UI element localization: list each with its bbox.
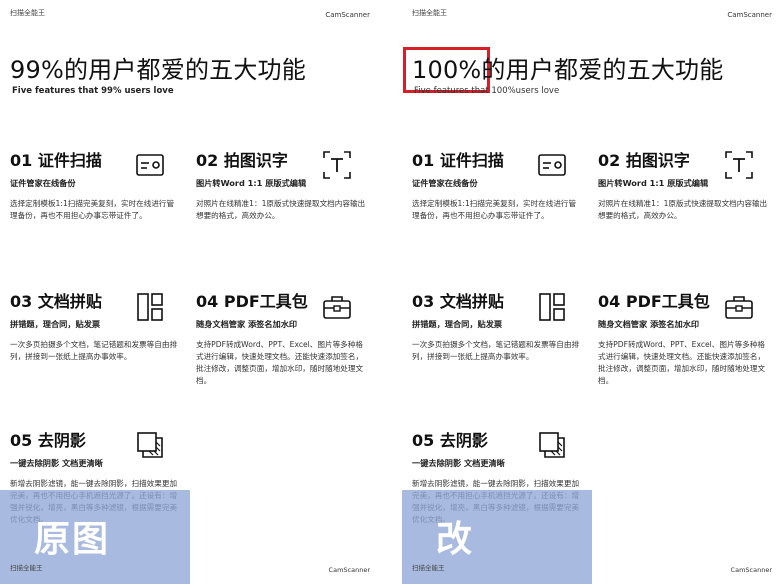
headline-percent: 99% [10, 56, 64, 84]
collage-icon [135, 292, 165, 322]
text-recognition-icon [724, 150, 754, 180]
original-page: 扫描全能王 CamScanner 99%的用户都爱的五大功能 Five feat… [0, 0, 380, 584]
text-recognition-icon [322, 150, 352, 180]
footer-brand-name: CamScanner [730, 566, 772, 574]
feature-description: 一次多页拍摄多个文档，笔记错题和发票等自由排列，拼接到一张纸上提高办事效率。 [412, 340, 580, 361]
collage-icon [537, 292, 567, 322]
headline-percent-highlighted: 100% [402, 47, 491, 93]
shadow-removal-icon [537, 430, 567, 460]
footer-app-name: 扫描全能王 [10, 564, 43, 572]
feature-description: 对照片在线精准1：1原版式快速提取文档内容输出想要的格式，高效办公。 [598, 199, 768, 220]
headline-text: 的用户都爱的五大功能 [63, 56, 306, 84]
top-bar: 扫描全能王 CamScanner [412, 8, 772, 20]
feature-description: 支持PDF转成Word、PPT、Excel、图片等多种格式进行编辑，快速处理文档… [196, 340, 364, 385]
headline-text: 的用户都爱的五大功能 [481, 56, 724, 84]
footer: 扫描全能王 CamScanner [412, 562, 772, 574]
id-card-icon [537, 150, 567, 180]
feature-description: 选择定制模板1:1扫描完美复刻，实时在线进行管理备份，再也不用担心办事忘带证件了… [412, 199, 577, 220]
overlay-label: 原图 [34, 519, 111, 560]
top-bar: 扫描全能王 CamScanner [10, 8, 370, 20]
toolbox-icon [322, 292, 352, 322]
overlay-label: 改 [436, 519, 475, 560]
revised-page: 扫描全能王 CamScanner 100%的用户都爱的五大功能 Five fea… [402, 0, 782, 584]
id-card-icon [135, 150, 165, 180]
app-name: 扫描全能王 [10, 9, 45, 17]
footer-app-name: 扫描全能王 [412, 564, 445, 572]
feature-description: 支持PDF转成Word、PPT、Excel、图片等多种格式进行编辑，快速处理文档… [598, 340, 766, 385]
feature-description: 选择定制模板1:1扫描完美复刻，实时在线进行管理备份，再也不用担心办事忘带证件了… [10, 199, 175, 220]
footer-brand-name: CamScanner [328, 566, 370, 574]
feature-description: 对照片在线精准1：1原版式快速提取文档内容输出想要的格式，高效办公。 [196, 199, 366, 220]
headline: 100%的用户都爱的五大功能 [402, 47, 724, 93]
subheadline: Five features that 100%users love [414, 86, 560, 96]
footer: 扫描全能王 CamScanner [10, 562, 370, 574]
brand-name: CamScanner [325, 11, 370, 19]
brand-name: CamScanner [727, 11, 772, 19]
app-name: 扫描全能王 [412, 9, 447, 17]
subheadline: Five features that 99% users love [12, 86, 174, 96]
headline: 99%的用户都爱的五大功能 [10, 50, 306, 85]
shadow-removal-icon [135, 430, 165, 460]
toolbox-icon [724, 292, 754, 322]
feature-description: 一次多页拍摄多个文档，笔记错题和发票等自由排列，拼接到一张纸上提高办事效率。 [10, 340, 178, 361]
